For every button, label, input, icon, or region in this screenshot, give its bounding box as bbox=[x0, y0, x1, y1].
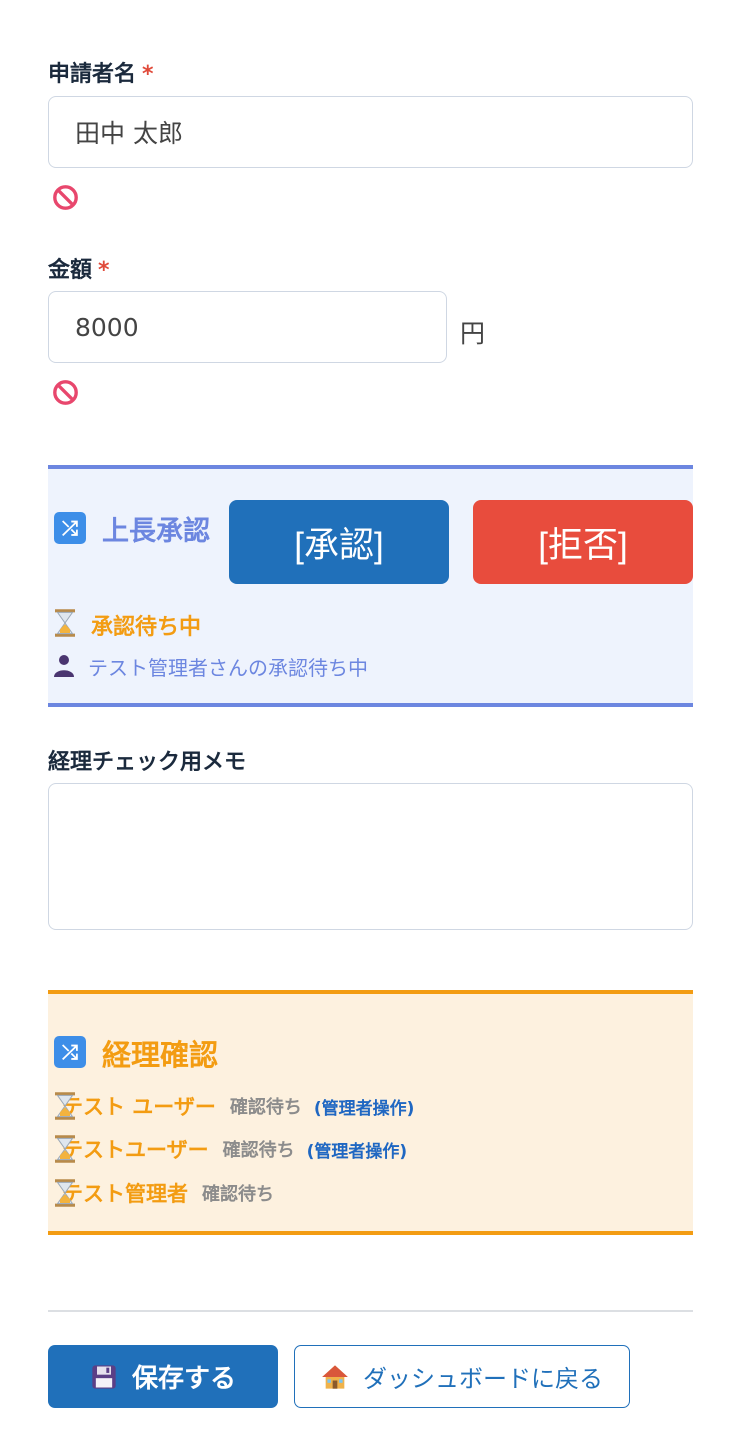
divider bbox=[48, 1310, 693, 1312]
ban-icon bbox=[53, 380, 78, 405]
approval-status: 承認待ち中 bbox=[91, 615, 202, 640]
applicant-label: 申請者名 * bbox=[48, 62, 154, 87]
approve-button[interactable]: [承認] bbox=[229, 500, 449, 584]
shuffle-icon: ⤮ bbox=[54, 512, 86, 544]
admin-action-link[interactable]: (管理者操作) bbox=[314, 1094, 415, 1119]
accounting-row: テスト管理者 確認待ち bbox=[52, 1178, 274, 1208]
required-mark: * bbox=[98, 258, 110, 283]
applicant-input[interactable]: 田中 太郎 bbox=[48, 96, 693, 168]
reviewer-status: 確認待ち bbox=[222, 1140, 295, 1161]
amount-label: 金額 * bbox=[48, 258, 110, 283]
accounting-row: テストユーザー 確認待ち (管理者操作) bbox=[52, 1134, 407, 1164]
admin-action-link[interactable]: (管理者操作) bbox=[307, 1137, 408, 1162]
memo-textarea[interactable] bbox=[48, 783, 693, 930]
back-to-dashboard-button[interactable]: ダッシュボードに戻る bbox=[294, 1345, 630, 1408]
hourglass-icon bbox=[55, 1092, 75, 1120]
reviewer-name: テスト ユーザー bbox=[62, 1095, 216, 1119]
ban-icon bbox=[53, 185, 78, 210]
hourglass-icon bbox=[55, 1135, 75, 1163]
amount-input[interactable]: 8000 bbox=[48, 291, 447, 363]
reviewer-status: 確認待ち bbox=[229, 1097, 302, 1118]
floppy-disk-icon bbox=[92, 1364, 116, 1389]
memo-label: 経理チェック用メモ bbox=[48, 750, 247, 775]
shuffle-icon: ⤮ bbox=[54, 1036, 86, 1068]
manager-approval-section: ⤮ 上長承認 [承認] [拒否] 承認待ち中 テスト管理者さんの承認待ち中 bbox=[48, 465, 693, 707]
waiting-text: テスト管理者さんの承認待ち中 bbox=[88, 656, 368, 680]
reviewer-status: 確認待ち bbox=[202, 1184, 274, 1205]
reject-button[interactable]: [拒否] bbox=[473, 500, 693, 584]
amount-unit: 円 bbox=[460, 319, 486, 348]
house-icon bbox=[322, 1364, 348, 1389]
accounting-check-section: ⤮ 経理確認 テスト ユーザー 確認待ち (管理者操作) テストユーザー 確認待… bbox=[48, 990, 693, 1235]
person-icon bbox=[54, 655, 74, 677]
reviewer-name: テストユーザー bbox=[62, 1138, 209, 1162]
accounting-row: テスト ユーザー 確認待ち (管理者操作) bbox=[52, 1091, 414, 1121]
manager-approval-title: 上長承認 bbox=[102, 516, 210, 547]
required-mark: * bbox=[142, 62, 154, 87]
save-button[interactable]: 保存する bbox=[48, 1345, 278, 1408]
hourglass-icon bbox=[55, 1179, 75, 1207]
accounting-check-title: 経理確認 bbox=[102, 1038, 219, 1072]
hourglass-icon bbox=[55, 609, 75, 637]
reviewer-name: テスト管理者 bbox=[62, 1182, 188, 1206]
